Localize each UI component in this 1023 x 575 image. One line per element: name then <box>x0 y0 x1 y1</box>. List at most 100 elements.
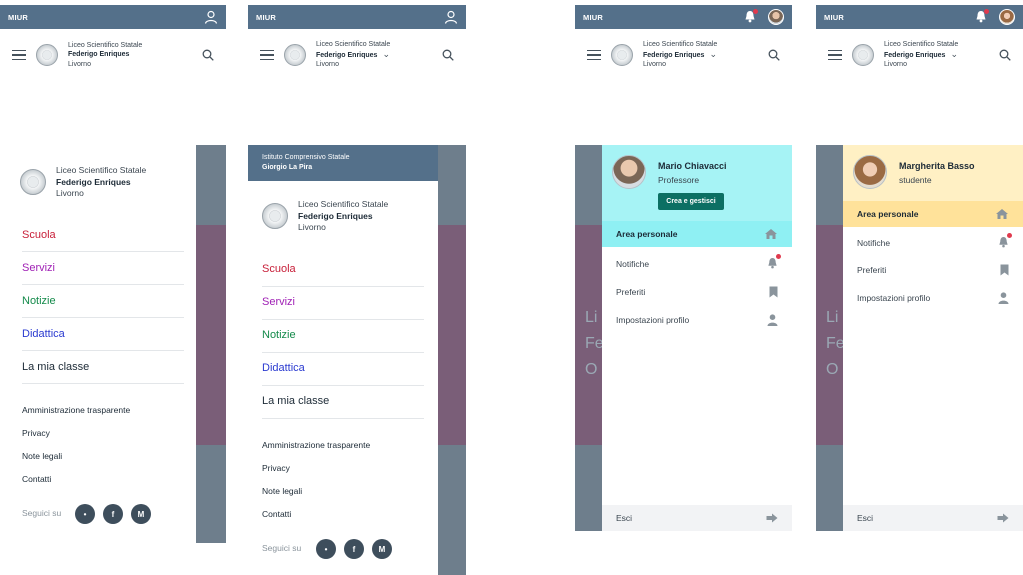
school-name[interactable]: Liceo Scientifico Statale Federigo Enriq… <box>884 40 958 70</box>
republic-emblem-icon <box>262 203 288 230</box>
nav-item-didattica[interactable]: Didattica <box>262 362 305 374</box>
chevron-down-icon[interactable]: ⌄ <box>382 49 390 60</box>
page-backdrop-hero <box>196 225 226 445</box>
user-icon[interactable] <box>444 10 458 24</box>
link-contatti[interactable]: Contatti <box>262 509 291 519</box>
bell-icon <box>998 233 1012 250</box>
search-icon[interactable] <box>442 49 454 61</box>
divider <box>262 385 424 386</box>
user-avatar[interactable] <box>768 9 784 25</box>
logout-row[interactable]: Esci <box>602 505 792 531</box>
link-privacy[interactable]: Privacy <box>262 463 290 473</box>
top-bar: MIUR <box>575 5 792 29</box>
link-privacy[interactable]: Privacy <box>22 428 50 438</box>
user-settings-icon <box>767 314 778 326</box>
hamburger-icon[interactable] <box>828 50 842 60</box>
top-bar: MIUR <box>816 5 1023 29</box>
user-settings-icon <box>998 292 1009 304</box>
profile-card: Mario Chiavacci Professore Crea e gestis… <box>602 145 792 223</box>
user-icon[interactable] <box>204 10 218 24</box>
create-manage-button[interactable]: Crea e gestisci <box>658 193 724 210</box>
search-icon[interactable] <box>202 49 214 61</box>
menu-item-preferiti[interactable]: Preferiti <box>616 285 778 299</box>
area-personale-row[interactable]: Area personale <box>843 201 1023 227</box>
divider <box>22 383 184 384</box>
nav-drawer: Istituto Comprensivo Statale Giorgio La … <box>248 145 438 575</box>
facebook-icon[interactable]: f <box>344 539 364 559</box>
institute-banner[interactable]: Istituto Comprensivo Statale Giorgio La … <box>248 145 438 181</box>
menu-item-impostazioni-profilo[interactable]: Impostazioni profilo <box>857 291 1009 305</box>
profile-drawer-mockup-teacher: Li Fe O Mario Chiavacci Professore Crea … <box>575 145 792 531</box>
link-note-legali[interactable]: Note legali <box>22 451 62 461</box>
republic-emblem-icon <box>852 44 874 66</box>
nav-drawer-mockup-1: Liceo Scientifico Statale Federigo Enriq… <box>0 145 226 543</box>
bookmark-icon <box>1000 264 1009 276</box>
nav-drawer-mockup-2: Istituto Comprensivo Statale Giorgio La … <box>248 145 466 575</box>
medium-icon[interactable]: M <box>131 504 151 524</box>
site-header: Liceo Scientifico Statale Federigo Enriq… <box>575 29 792 77</box>
nav-item-didattica[interactable]: Didattica <box>22 328 65 340</box>
republic-emblem-icon <box>36 44 58 66</box>
profile-drawer-mockup-student: Li Fe O Margherita Basso studente Area p… <box>816 145 1023 531</box>
chevron-down-icon[interactable]: ⌄ <box>950 49 958 60</box>
top-bar: MIUR <box>248 5 466 29</box>
nav-item-notizie[interactable]: Notizie <box>22 295 56 307</box>
divider <box>262 352 424 353</box>
hamburger-icon[interactable] <box>12 50 26 60</box>
hamburger-icon[interactable] <box>260 50 274 60</box>
notification-bell[interactable] <box>744 8 758 25</box>
page-backdrop-hero <box>438 225 466 445</box>
school-name[interactable]: Liceo Scientifico Statale Federigo Enriq… <box>643 40 717 70</box>
notification-dot <box>1007 233 1012 238</box>
ghost-hero-text: Li Fe O <box>585 309 604 378</box>
nav-item-scuola[interactable]: Scuola <box>262 263 296 275</box>
bell-icon <box>767 254 781 271</box>
chevron-down-icon[interactable]: ⌄ <box>709 49 717 60</box>
school-name[interactable]: Liceo Scientifico Statale Federigo Enriq… <box>316 40 390 70</box>
menu-item-impostazioni-profilo[interactable]: Impostazioni profilo <box>616 313 778 327</box>
menu-item-notifiche[interactable]: Notifiche <box>616 254 781 271</box>
nav-item-scuola[interactable]: Scuola <box>22 229 56 241</box>
drawer-school-header[interactable]: Liceo Scientifico Statale Federigo Enriq… <box>252 199 398 234</box>
notification-bell[interactable] <box>975 8 989 25</box>
twitter-icon[interactable]: • <box>75 504 95 524</box>
school-name[interactable]: Liceo Scientifico Statale Federigo Enriq… <box>68 41 142 70</box>
nav-item-la-mia-classe[interactable]: La mia classe <box>22 361 89 373</box>
divider <box>262 418 424 419</box>
area-personale-row[interactable]: Area personale <box>602 221 792 247</box>
divider <box>22 317 184 318</box>
avatar[interactable] <box>612 155 646 189</box>
link-amministrazione-trasparente[interactable]: Amministrazione trasparente <box>262 440 370 450</box>
ghost-hero-text: Li Fe O <box>826 309 845 378</box>
social-label: Seguici su <box>262 543 302 553</box>
user-name: Mario Chiavacci <box>658 161 727 171</box>
home-icon <box>765 229 777 239</box>
social-label: Seguici su <box>22 508 62 518</box>
facebook-icon[interactable]: f <box>103 504 123 524</box>
menu-item-notifiche[interactable]: Notifiche <box>857 233 1012 250</box>
panel-mobile-header-4: MIUR Liceo Scientifico Statale Federigo … <box>816 5 1023 77</box>
logout-icon <box>766 513 778 523</box>
avatar[interactable] <box>853 155 887 189</box>
link-contatti[interactable]: Contatti <box>22 474 51 484</box>
nav-item-servizi[interactable]: Servizi <box>22 262 55 274</box>
hamburger-icon[interactable] <box>587 50 601 60</box>
drawer-school-header[interactable]: Liceo Scientifico Statale Federigo Enriq… <box>10 165 156 200</box>
divider <box>22 284 184 285</box>
brand-label: MIUR <box>8 12 28 22</box>
nav-item-la-mia-classe[interactable]: La mia classe <box>262 395 329 407</box>
user-avatar[interactable] <box>999 9 1015 25</box>
twitter-icon[interactable]: • <box>316 539 336 559</box>
nav-item-servizi[interactable]: Servizi <box>262 296 295 308</box>
divider <box>262 286 424 287</box>
profile-drawer: Mario Chiavacci Professore Crea e gestis… <box>602 145 792 531</box>
search-icon[interactable] <box>999 49 1011 61</box>
link-amministrazione-trasparente[interactable]: Amministrazione trasparente <box>22 405 130 415</box>
logout-row[interactable]: Esci <box>843 505 1023 531</box>
panel-mobile-header-2: MIUR Liceo Scientifico Statale Federigo … <box>248 5 466 77</box>
link-note-legali[interactable]: Note legali <box>262 486 302 496</box>
nav-item-notizie[interactable]: Notizie <box>262 329 296 341</box>
medium-icon[interactable]: M <box>372 539 392 559</box>
menu-item-preferiti[interactable]: Preferiti <box>857 263 1009 277</box>
search-icon[interactable] <box>768 49 780 61</box>
